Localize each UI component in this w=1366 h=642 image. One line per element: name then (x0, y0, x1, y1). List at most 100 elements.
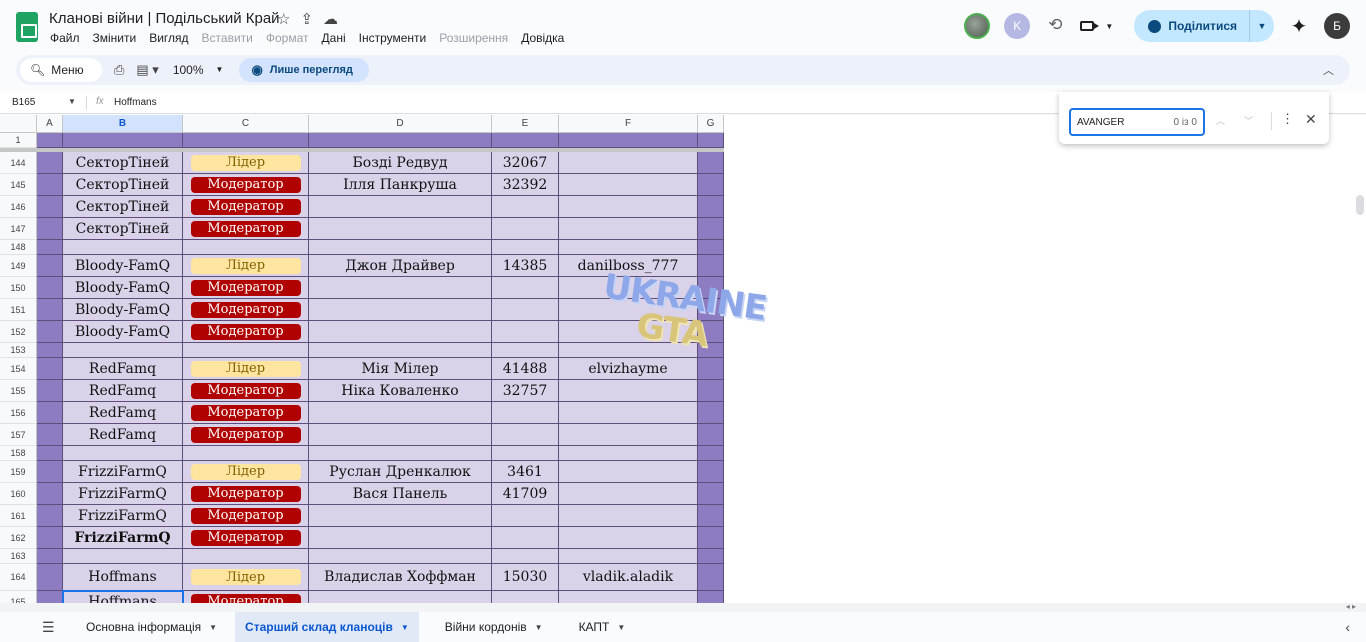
contact-cell[interactable] (559, 277, 698, 299)
sheet-tab-3[interactable]: КАПТ ▼ (569, 612, 636, 642)
member-id-cell[interactable] (492, 505, 559, 527)
row-header[interactable]: 164 (0, 564, 37, 591)
member-id-cell[interactable]: 32067 (492, 152, 559, 174)
row-header[interactable]: 149 (0, 255, 37, 277)
cell-g146[interactable] (698, 196, 724, 218)
clan-cell[interactable]: FrizziFarmQ (63, 483, 183, 505)
cell-g151[interactable] (698, 299, 724, 321)
cell-b158[interactable] (63, 446, 183, 461)
close-icon[interactable]: ✕ (1305, 111, 1317, 128)
member-name-cell[interactable]: Джон Драйвер (309, 255, 492, 277)
member-name-cell[interactable] (309, 196, 492, 218)
role-cell[interactable]: Модератор (183, 424, 309, 446)
find-input[interactable]: AVANGER 0 із 0 (1069, 108, 1205, 136)
clan-cell[interactable]: Bloody-FamQ (63, 299, 183, 321)
clan-cell[interactable]: СекторТіней (63, 174, 183, 196)
cell-f148[interactable] (559, 240, 698, 255)
document-title[interactable]: Кланові війни | Подільський Край (49, 10, 280, 27)
cell-f158[interactable] (559, 446, 698, 461)
cell-a149[interactable] (37, 255, 63, 277)
menu-item-6[interactable]: Інструменти (359, 31, 427, 45)
row-header[interactable]: 163 (0, 549, 37, 564)
member-id-cell[interactable]: 15030 (492, 564, 559, 591)
row-header[interactable]: 157 (0, 424, 37, 446)
member-name-cell[interactable] (309, 277, 492, 299)
clan-cell[interactable]: FrizziFarmQ (63, 505, 183, 527)
contact-cell[interactable] (559, 196, 698, 218)
find-next-icon[interactable]: ﹀ (1244, 114, 1253, 127)
contact-cell[interactable] (559, 174, 698, 196)
download-format-icon[interactable]: ▤ ▾ (136, 62, 158, 78)
role-cell[interactable]: Модератор (183, 196, 309, 218)
menu-item-5[interactable]: Дані (322, 31, 346, 45)
member-id-cell[interactable]: 14385 (492, 255, 559, 277)
member-name-cell[interactable] (309, 591, 492, 603)
cell-a164[interactable] (37, 564, 63, 591)
cell-d1[interactable] (309, 133, 492, 148)
clan-cell[interactable]: RedFamq (63, 380, 183, 402)
account-avatar[interactable]: Б (1324, 13, 1350, 39)
clan-cell[interactable]: RedFamq (63, 402, 183, 424)
role-cell[interactable]: Модератор (183, 483, 309, 505)
cell-g1[interactable] (698, 133, 724, 148)
menu-item-0[interactable]: Файл (50, 31, 80, 45)
member-name-cell[interactable] (309, 218, 492, 240)
clan-cell[interactable]: СекторТіней (63, 152, 183, 174)
cell-g159[interactable] (698, 461, 724, 483)
cell-b1[interactable] (63, 133, 183, 148)
member-name-cell[interactable] (309, 321, 492, 343)
cell-a151[interactable] (37, 299, 63, 321)
cell-g148[interactable] (698, 240, 724, 255)
cell-a153[interactable] (37, 343, 63, 358)
row-header[interactable]: 153 (0, 343, 37, 358)
role-cell[interactable]: Модератор (183, 402, 309, 424)
member-id-cell[interactable] (492, 196, 559, 218)
cell-c148[interactable] (183, 240, 309, 255)
contact-cell[interactable] (559, 505, 698, 527)
meet-button[interactable]: ▼ (1080, 15, 1120, 37)
cell-g163[interactable] (698, 549, 724, 564)
cell-c158[interactable] (183, 446, 309, 461)
cell-a157[interactable] (37, 424, 63, 446)
chevron-down-icon[interactable]: ▼ (68, 97, 76, 106)
row-header[interactable]: 161 (0, 505, 37, 527)
member-id-cell[interactable]: 41488 (492, 358, 559, 380)
contact-cell[interactable]: elvizhayme (559, 358, 698, 380)
cloud-status-icon[interactable]: ☁ (323, 10, 338, 28)
column-header-f[interactable]: F (559, 115, 698, 133)
frozen-row-divider[interactable] (0, 148, 724, 152)
clan-cell[interactable]: Bloody-FamQ (63, 277, 183, 299)
cell-c153[interactable] (183, 343, 309, 358)
column-header-d[interactable]: D (309, 115, 492, 133)
member-id-cell[interactable]: 32392 (492, 174, 559, 196)
contact-cell[interactable] (559, 218, 698, 240)
row-header[interactable]: 162 (0, 527, 37, 549)
row-header[interactable]: 159 (0, 461, 37, 483)
row-header[interactable]: 165 (0, 591, 37, 603)
cell-g153[interactable] (698, 343, 724, 358)
chevron-down-icon[interactable]: ▼ (209, 623, 217, 632)
cell-g165[interactable] (698, 591, 724, 603)
role-cell[interactable]: Модератор (183, 505, 309, 527)
chevron-down-icon[interactable]: ▼ (617, 623, 625, 632)
star-icon[interactable]: ☆ (277, 10, 290, 28)
role-cell[interactable]: Лідер (183, 564, 309, 591)
cell-f1[interactable] (559, 133, 698, 148)
contact-cell[interactable] (559, 483, 698, 505)
row-header[interactable]: 160 (0, 483, 37, 505)
member-id-cell[interactable] (492, 321, 559, 343)
member-id-cell[interactable] (492, 591, 559, 603)
role-cell[interactable]: Модератор (183, 380, 309, 402)
zoom-select[interactable]: 100% ▼ (173, 63, 224, 77)
cell-a145[interactable] (37, 174, 63, 196)
clan-cell[interactable]: RedFamq (63, 358, 183, 380)
member-name-cell[interactable] (309, 402, 492, 424)
cell-a147[interactable] (37, 218, 63, 240)
clan-cell[interactable]: FrizziFarmQ (63, 461, 183, 483)
cell-b163[interactable] (63, 549, 183, 564)
role-cell[interactable]: Лідер (183, 461, 309, 483)
member-name-cell[interactable] (309, 505, 492, 527)
cell-a155[interactable] (37, 380, 63, 402)
select-all-corner[interactable] (0, 115, 37, 133)
row-header[interactable]: 151 (0, 299, 37, 321)
